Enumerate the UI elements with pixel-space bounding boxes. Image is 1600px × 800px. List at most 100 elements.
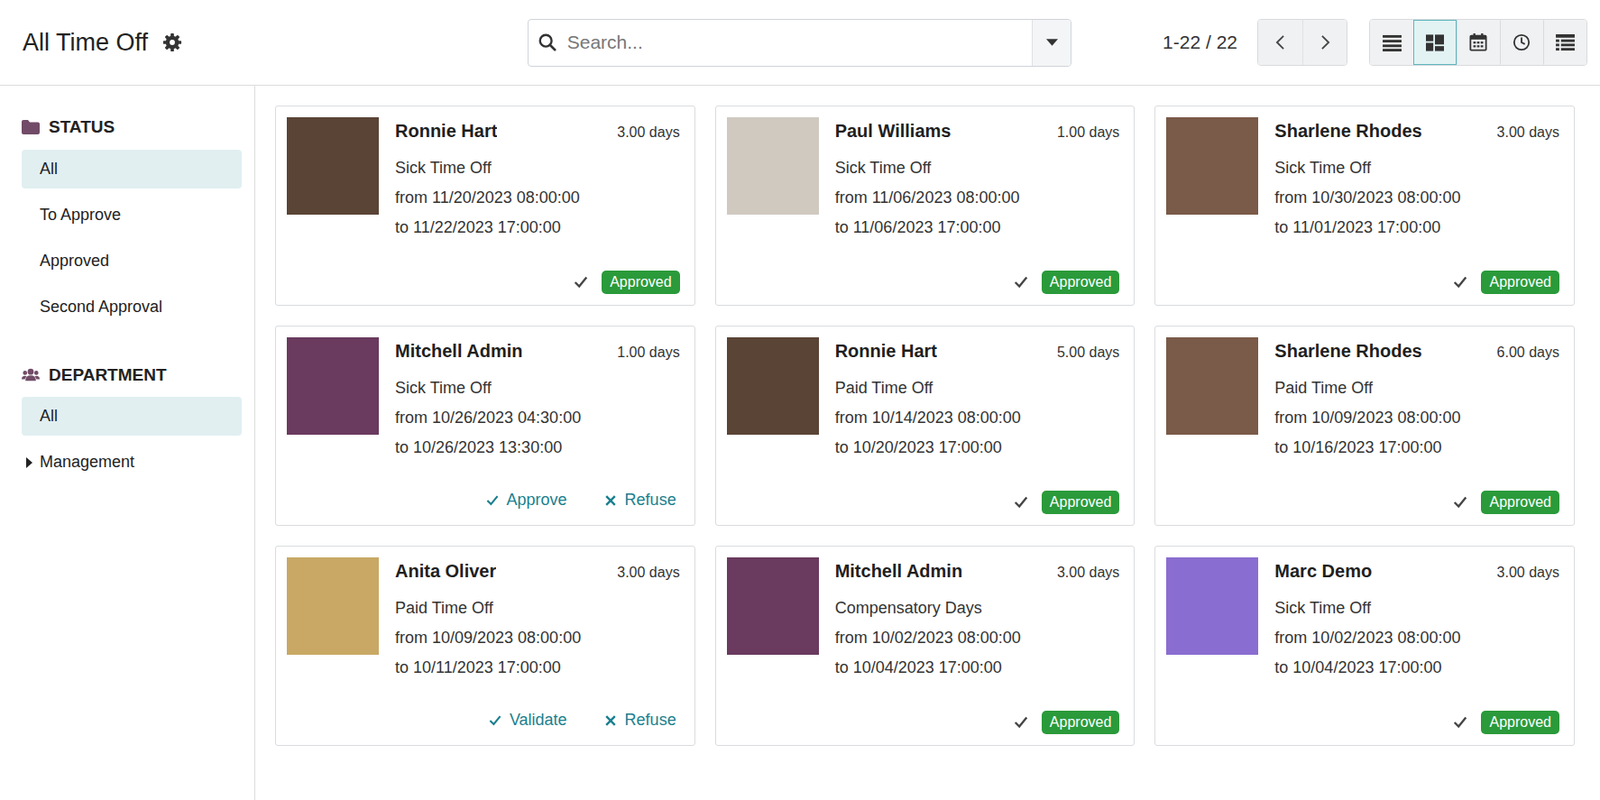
view-button[interactable] [1370, 19, 1414, 65]
employee-avatar [726, 557, 819, 655]
employee-avatar [726, 117, 819, 215]
card-header: Ronnie Hart5.00 days [835, 337, 1121, 365]
time-off-card[interactable]: Anita Oliver3.00 daysPaid Time Offfrom 1… [275, 545, 696, 746]
sidebar-item[interactable]: Approved [21, 241, 242, 281]
check-icon [1452, 274, 1469, 291]
employee-name: Ronnie Hart [395, 117, 497, 145]
approve-button[interactable]: Approve [481, 486, 571, 515]
refuse-button[interactable]: Refuse [599, 706, 681, 735]
list-view-icon [1382, 34, 1402, 52]
chevron-left-icon [1275, 34, 1286, 51]
sidebar-item-label[interactable]: All [39, 404, 58, 429]
calendar-view-icon [1469, 33, 1488, 52]
card-footer: Approve Refuse [286, 478, 681, 515]
card-content: Paul Williams1.00 daysSick Time Offfrom … [726, 117, 1121, 243]
duration: 1.00 days [1057, 121, 1120, 144]
search-bar [527, 18, 1072, 67]
view-button[interactable] [1456, 19, 1500, 65]
action-label[interactable]: Refuse [625, 487, 677, 513]
time-off-type: Sick Time Off [395, 153, 681, 184]
approve-button[interactable]: Validate [484, 706, 571, 735]
employee-name: Paul Williams [835, 117, 952, 145]
gear-icon[interactable] [162, 32, 183, 53]
time-off-card[interactable]: Paul Williams1.00 daysSick Time Offfrom … [715, 105, 1136, 306]
date-to: to 10/04/2023 17:00:00 [1274, 652, 1560, 683]
time-off-card[interactable]: Mitchell Admin1.00 daysSick Time Offfrom… [275, 325, 696, 526]
time-off-type: Sick Time Off [1274, 593, 1560, 624]
next-button[interactable] [1302, 19, 1347, 65]
check-icon [485, 493, 500, 508]
time-off-card[interactable]: Ronnie Hart3.00 daysSick Time Offfrom 11… [275, 105, 696, 306]
employee-name: Sharlene Rhodes [1274, 117, 1422, 145]
search-options-button[interactable] [1031, 19, 1071, 66]
action-label[interactable]: Validate [509, 708, 568, 733]
time-off-card[interactable]: Marc Demo3.00 daysSick Time Offfrom 10/0… [1154, 545, 1575, 746]
users-icon [21, 366, 40, 385]
check-icon [572, 274, 589, 291]
folder-icon [21, 118, 40, 137]
section-header: STATUS [21, 114, 242, 141]
sidebar-item[interactable]: All [21, 149, 242, 189]
view-button[interactable] [1413, 19, 1457, 65]
action-label[interactable]: Approve [506, 487, 568, 513]
time-off-type: Compensatory Days [835, 593, 1121, 624]
status-badge: Approved [601, 270, 681, 295]
page-title: All Time Off [22, 24, 148, 62]
sidebar-item-label[interactable]: Management [39, 450, 135, 475]
sidebar-item[interactable]: All [21, 396, 242, 436]
employee-avatar [1166, 337, 1259, 435]
check-icon [1452, 494, 1469, 511]
card-details: Mitchell Admin1.00 daysSick Time Offfrom… [395, 337, 681, 463]
employee-name: Mitchell Admin [395, 337, 523, 365]
time-off-type: Paid Time Off [835, 373, 1121, 404]
date-from: from 10/26/2023 04:30:00 [395, 403, 681, 433]
card-header: Mitchell Admin1.00 days [395, 337, 681, 365]
date-from: from 11/06/2023 08:00:00 [835, 183, 1121, 213]
card-header: Mitchell Admin3.00 days [835, 557, 1121, 585]
sidebar-item-label[interactable]: Approved [39, 248, 110, 274]
pager-value[interactable]: 1-22 / 22 [1162, 27, 1238, 57]
card-content: Ronnie Hart3.00 daysSick Time Offfrom 11… [286, 117, 681, 243]
time-off-card[interactable]: Sharlene Rhodes3.00 daysSick Time Offfro… [1154, 105, 1575, 306]
time-off-card[interactable]: Mitchell Admin3.00 days Compensatory Days… [715, 545, 1136, 746]
sidebar-item[interactable]: To Approve [21, 195, 242, 235]
sidebar-item[interactable]: Second Approval [21, 287, 242, 327]
sidebar-item-label[interactable]: To Approve [39, 202, 121, 228]
card-details: Paul Williams1.00 daysSick Time Offfrom … [835, 117, 1121, 243]
section-title: STATUS [48, 114, 115, 141]
duration: 5.00 days [1057, 341, 1120, 364]
card-details: Marc Demo3.00 daysSick Time Offfrom 10/0… [1274, 557, 1560, 683]
view-switcher [1369, 18, 1588, 66]
check-icon [487, 713, 503, 728]
sidebar-item[interactable]: Management [21, 442, 242, 482]
time-off-card[interactable]: Ronnie Hart5.00 daysPaid Time Offfrom 10… [715, 325, 1136, 526]
view-button[interactable] [1499, 19, 1544, 65]
action-label[interactable]: Refuse [625, 708, 677, 733]
duration: 3.00 days [1497, 121, 1560, 144]
toolbar: 1-22 / 22 [1162, 18, 1588, 66]
previous-button[interactable] [1258, 19, 1303, 65]
sidebar-item-label[interactable]: All [39, 156, 58, 182]
card-footer: Approved [726, 483, 1121, 515]
time-off-card[interactable]: Sharlene Rhodes6.00 daysPaid Time Offfro… [1154, 325, 1575, 526]
duration: 3.00 days [1057, 561, 1120, 584]
date-from: from 10/09/2023 08:00:00 [1274, 403, 1560, 433]
sidebar-item-label[interactable]: Second Approval [39, 294, 163, 320]
x-icon [603, 493, 618, 508]
card-footer: Approved [1166, 703, 1560, 735]
date-to: to 10/26/2023 13:30:00 [395, 432, 681, 463]
refuse-button[interactable]: Refuse [599, 486, 681, 515]
caret-right-icon[interactable] [25, 457, 35, 469]
gantt-view-icon [1555, 34, 1575, 52]
kanban-grid: Ronnie Hart 3.00 days Sick Time Off from 11… [275, 105, 1575, 746]
date-to: to 11/01/2023 17:00:00 [1274, 212, 1560, 243]
card-footer: Approved [726, 703, 1121, 735]
card-footer: Approved [286, 263, 681, 295]
card-content: Sharlene Rhodes6.00 daysPaid Time Offfro… [1166, 337, 1560, 463]
employee-avatar [726, 337, 819, 435]
card-header: Anita Oliver3.00 days [395, 557, 681, 585]
card-details: Mitchell Admin3.00 days Compensatory Days… [835, 557, 1121, 683]
card-footer: Validate Refuse [286, 698, 681, 735]
view-button[interactable] [1543, 19, 1587, 65]
search-input[interactable] [567, 19, 1032, 66]
